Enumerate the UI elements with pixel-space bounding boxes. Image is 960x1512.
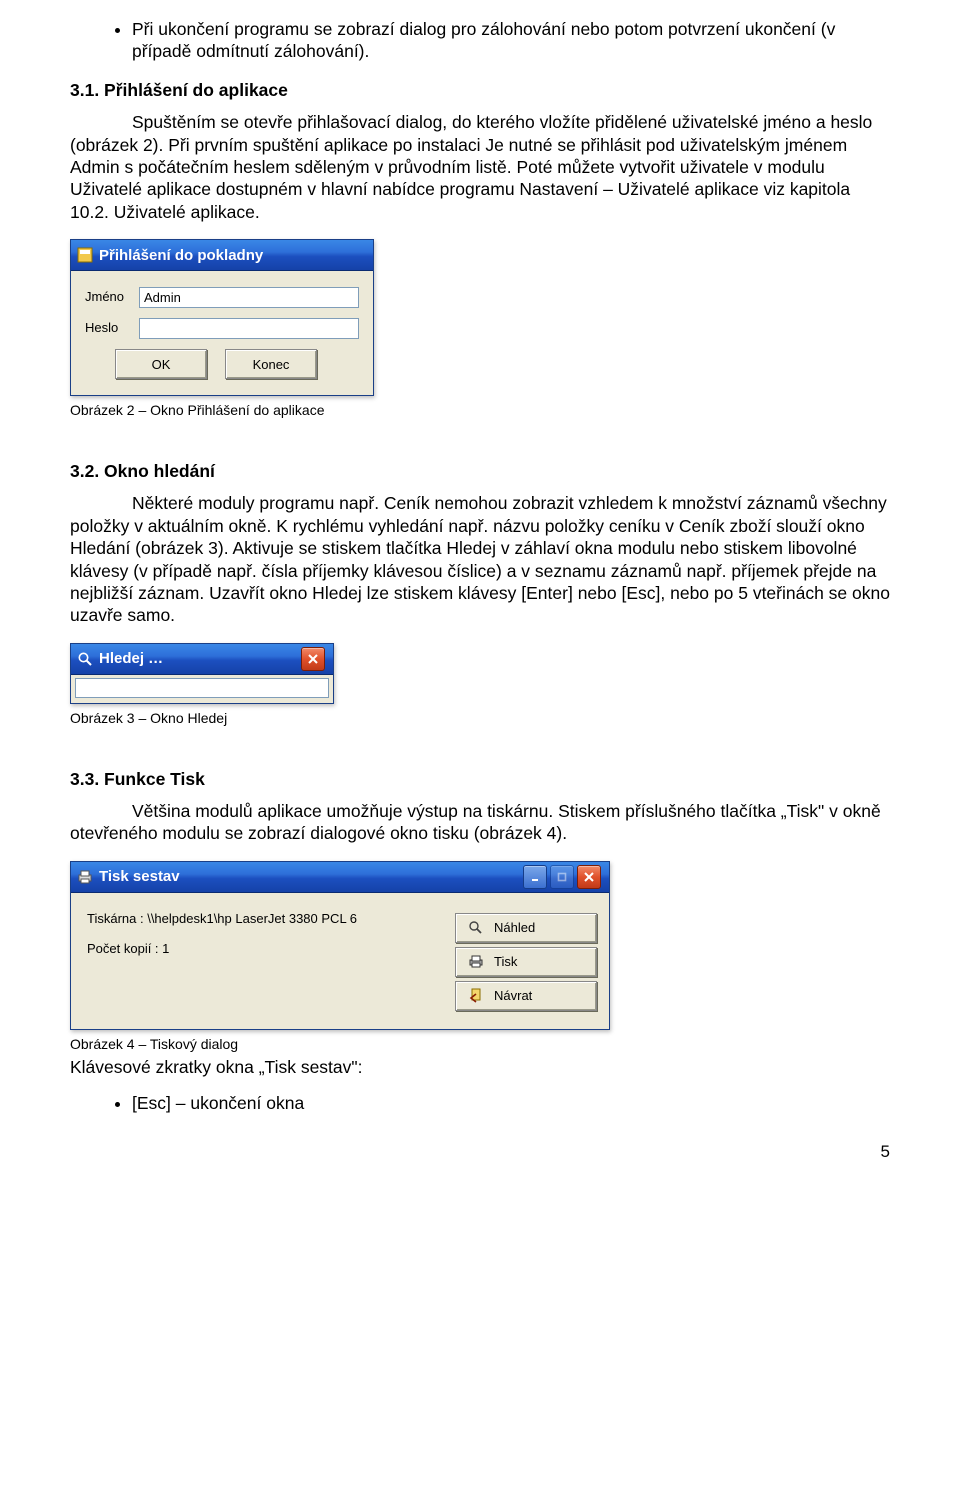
- hledej-body: [71, 675, 333, 703]
- login-input-pass[interactable]: [139, 318, 359, 339]
- list-item: Při ukončení programu se zobrazí dialog …: [132, 18, 890, 63]
- minimize-icon[interactable]: [523, 865, 547, 889]
- preview-icon: [468, 920, 484, 936]
- login-input-name[interactable]: [139, 287, 359, 308]
- section-heading-32: 3.2. Okno hledání: [70, 460, 890, 482]
- login-row-pass: Heslo: [85, 318, 359, 339]
- hledej-title: Hledej …: [99, 649, 163, 668]
- maximize-icon: [550, 865, 574, 889]
- list-item: [Esc] – ukončení okna: [132, 1092, 890, 1114]
- nahled-button[interactable]: Náhled: [455, 913, 597, 943]
- caption-obr4: Obrázek 4 – Tiskový dialog: [70, 1036, 890, 1054]
- tisk-titlebar[interactable]: Tisk sestav: [71, 862, 609, 893]
- hledej-dialog: Hledej …: [70, 643, 334, 704]
- navrat-button[interactable]: Návrat: [455, 981, 597, 1011]
- search-icon: [77, 651, 93, 667]
- section-heading-33: 3.3. Funkce Tisk: [70, 768, 890, 790]
- close-icon[interactable]: [577, 865, 601, 889]
- caption-obr3: Obrázek 3 – Okno Hledej: [70, 710, 890, 728]
- tisk-copies-line: Počet kopií : 1: [87, 941, 455, 958]
- tisk-printer-line: Tiskárna : \\helpdesk1\hp LaserJet 3380 …: [87, 911, 455, 928]
- login-dialog: Přihlášení do pokladny Jméno Heslo OK Ko…: [70, 239, 374, 396]
- section-heading-31: 3.1. Přihlášení do aplikace: [70, 79, 890, 101]
- app-icon: [77, 247, 93, 263]
- return-icon: [468, 988, 484, 1004]
- exit-bullet-list: Při ukončení programu se zobrazí dialog …: [70, 18, 890, 63]
- section-31-text: Spuštěním se otevře přihlašovací dialog,…: [70, 111, 890, 223]
- section-33-text: Většina modulů aplikace umožňuje výstup …: [70, 800, 890, 845]
- shortcut-list: [Esc] – ukončení okna: [70, 1092, 890, 1114]
- login-label-pass: Heslo: [85, 320, 131, 337]
- section-32-text: Některé moduly programu např. Ceník nemo…: [70, 492, 890, 626]
- login-label-name: Jméno: [85, 289, 131, 306]
- aftercap-text: Klávesové zkratky okna „Tisk sestav":: [70, 1056, 890, 1078]
- hledej-titlebar[interactable]: Hledej …: [71, 644, 333, 675]
- printer-icon: [468, 954, 484, 970]
- page-number: 5: [70, 1141, 890, 1163]
- login-buttons: OK Konec: [85, 349, 359, 379]
- printer-app-icon: [77, 869, 93, 885]
- konec-button[interactable]: Konec: [225, 349, 317, 379]
- hledej-input[interactable]: [75, 678, 329, 698]
- login-row-name: Jméno: [85, 287, 359, 308]
- tisk-title: Tisk sestav: [99, 867, 180, 886]
- tisk-left: Tiskárna : \\helpdesk1\hp LaserJet 3380 …: [87, 905, 455, 1011]
- login-body: Jméno Heslo OK Konec: [71, 271, 373, 395]
- tisk-button[interactable]: Tisk: [455, 947, 597, 977]
- ok-button[interactable]: OK: [115, 349, 207, 379]
- caption-obr2: Obrázek 2 – Okno Přihlášení do aplikace: [70, 402, 890, 420]
- login-title: Přihlášení do pokladny: [99, 246, 263, 265]
- close-icon[interactable]: [301, 647, 325, 671]
- login-titlebar[interactable]: Přihlášení do pokladny: [71, 240, 373, 271]
- tisk-dialog: Tisk sestav Tiskárna : \\helpdesk1\hp La…: [70, 861, 610, 1030]
- document-page: Při ukončení programu se zobrazí dialog …: [0, 0, 960, 1192]
- tisk-buttons: Náhled Tisk Návrat: [455, 913, 597, 1011]
- tisk-body: Tiskárna : \\helpdesk1\hp LaserJet 3380 …: [71, 893, 609, 1029]
